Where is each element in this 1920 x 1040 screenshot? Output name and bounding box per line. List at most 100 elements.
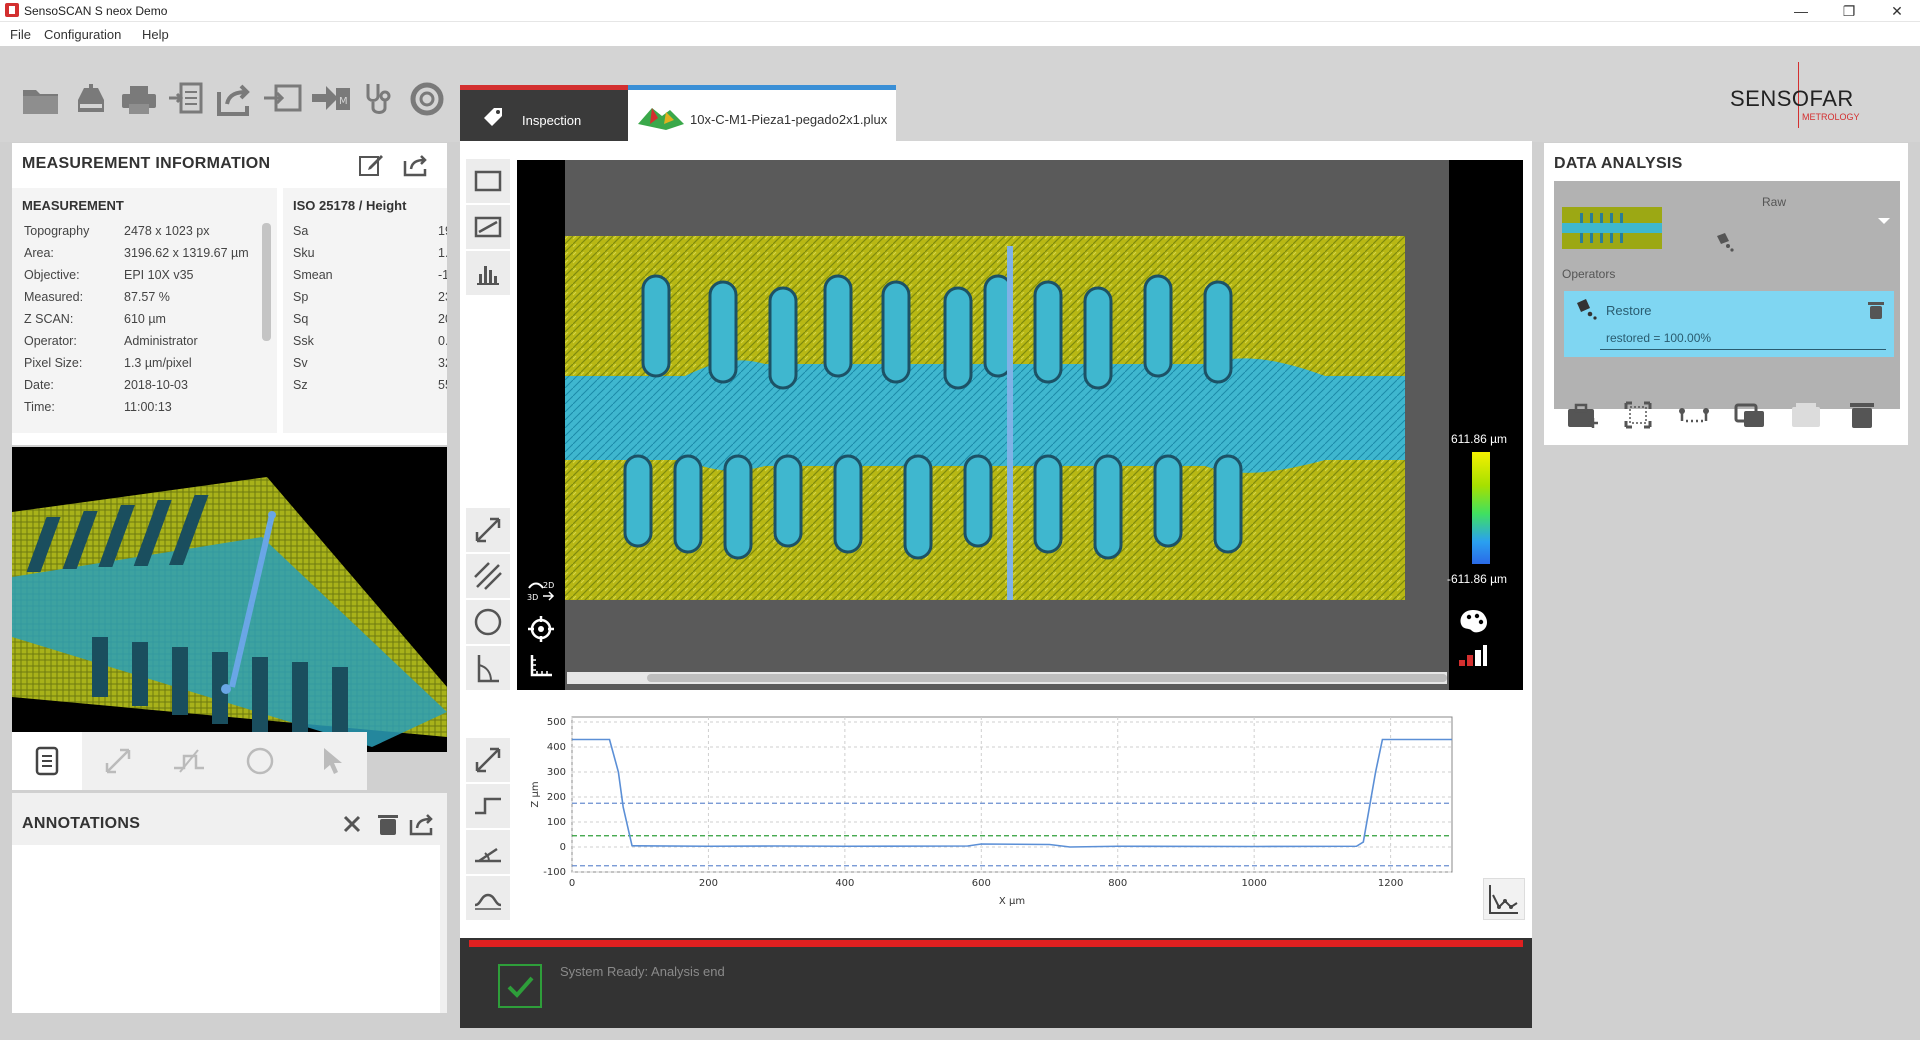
close-icon[interactable] bbox=[338, 810, 366, 838]
3d-surface-render bbox=[12, 477, 447, 747]
measurement-value: 2478 x 1023 px bbox=[124, 224, 210, 238]
chart-y-tick-label: -100 bbox=[543, 867, 566, 878]
operator-detail: restored = 100.00% bbox=[1606, 331, 1712, 345]
crop-button[interactable] bbox=[1620, 397, 1656, 438]
svg-text:2D: 2D bbox=[543, 581, 554, 590]
edit-icon[interactable] bbox=[357, 151, 385, 179]
profile-chart-svg: 0 200 400 600 800 1000 1200-100010020030040050… bbox=[530, 716, 1453, 907]
measurement-value: 2018-10-03 bbox=[124, 378, 188, 392]
toggle-2d-3d-button[interactable]: 2D 3D bbox=[525, 578, 559, 604]
image-viewer[interactable]: 2D 3D 611.86 µm -611.86 µm bbox=[517, 160, 1523, 690]
diagonal-arrow-icon bbox=[105, 748, 131, 774]
finger-top bbox=[943, 286, 973, 390]
histogram-icon bbox=[477, 266, 499, 285]
chart-options-button[interactable] bbox=[1483, 878, 1525, 920]
step-height-button[interactable] bbox=[466, 784, 510, 828]
minimize-button[interactable]: — bbox=[1778, 0, 1824, 22]
chevron-down-icon[interactable] bbox=[1876, 215, 1892, 227]
trash-icon bbox=[1850, 403, 1874, 428]
export-report-icon[interactable] bbox=[165, 78, 207, 120]
center-view-button[interactable] bbox=[527, 615, 555, 643]
profile-line[interactable] bbox=[1007, 246, 1013, 600]
signal-scale-icon[interactable] bbox=[1457, 644, 1489, 668]
iso-row: Sp 23 bbox=[293, 290, 447, 304]
profile-curve-button[interactable] bbox=[466, 876, 510, 920]
iso-value: -13 bbox=[438, 268, 447, 282]
share-icon[interactable] bbox=[213, 78, 255, 120]
tab-file[interactable]: 10x-C-M1-Pieza1-pegado2x1.plux bbox=[628, 85, 896, 141]
tab-inspection[interactable]: Inspection bbox=[460, 85, 628, 141]
help-lifebuoy-icon[interactable] bbox=[406, 78, 448, 120]
chart-x-axis-label: X µm bbox=[999, 896, 1025, 907]
angle-tool-button[interactable] bbox=[466, 646, 510, 690]
export-icon[interactable] bbox=[402, 151, 430, 179]
profile-distance-button[interactable] bbox=[466, 738, 510, 782]
angle-icon bbox=[475, 847, 501, 863]
app-icon bbox=[5, 3, 19, 17]
measurement-value: 11:00:13 bbox=[124, 400, 172, 414]
save-drive-icon[interactable] bbox=[70, 78, 112, 120]
tab-pointer-view[interactable] bbox=[296, 732, 367, 790]
circle-tool-button[interactable] bbox=[466, 600, 510, 644]
open-folder-icon[interactable] bbox=[20, 78, 62, 120]
chart-y-tick-label: 500 bbox=[547, 717, 566, 728]
iso-row: Sv 32 bbox=[293, 356, 447, 370]
rectangle-select-button[interactable] bbox=[466, 159, 510, 203]
color-scale-bar bbox=[1472, 452, 1490, 564]
diagnostics-stethoscope-icon[interactable] bbox=[358, 78, 400, 120]
crop-icon bbox=[1624, 401, 1652, 429]
chart-x-tick-label: 800 bbox=[1108, 878, 1127, 889]
tab-info-view[interactable] bbox=[12, 732, 82, 790]
toolbox-button[interactable] bbox=[1564, 397, 1600, 438]
measurement-scrollbar[interactable] bbox=[262, 223, 271, 341]
iso-value: 1. bbox=[438, 246, 447, 260]
restore-button[interactable]: ❐ bbox=[1826, 0, 1872, 22]
measurement-value: Administrator bbox=[124, 334, 198, 348]
import-image-icon[interactable] bbox=[262, 78, 304, 120]
3d-view[interactable] bbox=[12, 447, 447, 752]
macro-icon[interactable]: M bbox=[310, 78, 352, 120]
parallel-tool-button[interactable] bbox=[466, 554, 510, 598]
raw-thumbnail[interactable] bbox=[1562, 207, 1662, 249]
tag-icon bbox=[484, 108, 502, 126]
pointer-icon bbox=[324, 748, 342, 774]
trash-icon[interactable] bbox=[1866, 299, 1886, 321]
point-fill-button[interactable] bbox=[1676, 397, 1712, 438]
menu-configuration[interactable]: Configuration bbox=[44, 27, 121, 42]
print-icon[interactable] bbox=[118, 78, 160, 120]
distance-tool-button[interactable] bbox=[466, 508, 510, 552]
tab-distance-view[interactable] bbox=[83, 732, 153, 790]
palette-icon[interactable] bbox=[1457, 608, 1489, 634]
menu-help[interactable]: Help bbox=[142, 27, 169, 42]
histogram-button[interactable] bbox=[466, 251, 510, 295]
annotations-area[interactable] bbox=[12, 845, 440, 1013]
delete-all-button[interactable] bbox=[1844, 397, 1880, 438]
tab-profile-view[interactable] bbox=[154, 732, 224, 790]
layers-button[interactable] bbox=[1732, 397, 1768, 438]
measurement-info-title: MEASUREMENT INFORMATION bbox=[22, 155, 271, 172]
topography-image bbox=[565, 236, 1405, 600]
iso-key: Sz bbox=[293, 378, 308, 392]
measurement-value: 610 µm bbox=[124, 312, 166, 326]
menu-file[interactable]: File bbox=[10, 27, 31, 42]
horizontal-scrollbar[interactable] bbox=[567, 672, 1447, 684]
diagonal-arrow-icon bbox=[475, 517, 501, 543]
profile-angle-button[interactable] bbox=[466, 830, 510, 874]
measurement-key: Area: bbox=[24, 246, 54, 260]
profile-chart[interactable]: 0 200 400 600 800 1000 1200 -100 0 100 200 300 400 50… bbox=[520, 705, 1470, 920]
axis-ruler-button[interactable] bbox=[527, 652, 555, 680]
trash-icon[interactable] bbox=[374, 810, 402, 838]
iso-value: 55 bbox=[438, 378, 447, 392]
close-button[interactable]: ✕ bbox=[1874, 0, 1920, 22]
finger-top bbox=[1203, 280, 1233, 384]
operator-restore[interactable]: Restore restored = 100.00% bbox=[1564, 291, 1894, 357]
window-title: SensoSCAN S neox Demo bbox=[24, 4, 168, 18]
measurement-key: Operator: bbox=[24, 334, 77, 348]
data-analysis-panel: DATA ANALYSIS Raw Operators Restore rest… bbox=[1544, 143, 1908, 445]
iso-row: Sa 19 bbox=[293, 224, 447, 238]
tab-circle-view[interactable] bbox=[225, 732, 295, 790]
raw-label: Raw bbox=[1762, 195, 1787, 209]
diagonal-arrow-icon bbox=[475, 747, 501, 773]
plane-fit-button[interactable] bbox=[466, 205, 510, 249]
export-icon[interactable] bbox=[408, 810, 436, 838]
